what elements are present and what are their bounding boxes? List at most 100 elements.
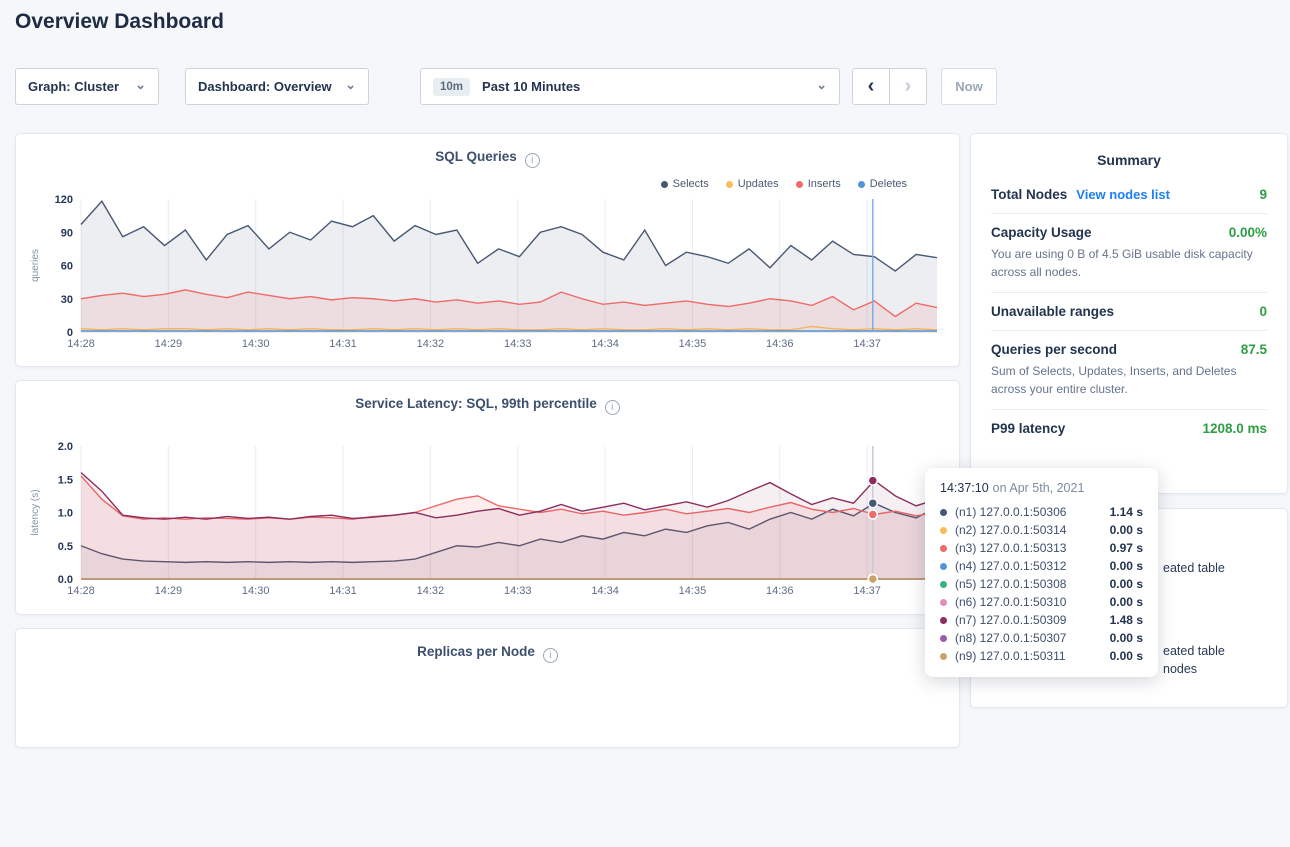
replicas-per-node-title: Replicas per Node <box>417 644 535 659</box>
total-nodes-label: Total Nodes <box>991 187 1067 202</box>
svg-text:1.5: 1.5 <box>58 474 73 486</box>
svg-text:14:33: 14:33 <box>504 338 532 350</box>
time-range-badge: 10m <box>433 78 470 96</box>
node-value: 0.97 s <box>1110 541 1143 555</box>
p99-latency-label: P99 latency <box>991 421 1065 436</box>
svg-text:90: 90 <box>61 227 73 239</box>
legend-item-selects[interactable]: Selects <box>661 178 709 190</box>
svg-text:2.0: 2.0 <box>58 441 73 453</box>
chevron-down-icon: ⌄ <box>816 78 827 91</box>
dashboard-dropdown[interactable]: Dashboard: Overview ⌄ <box>185 68 369 105</box>
info-icon[interactable]: i <box>605 400 620 415</box>
total-nodes-value: 9 <box>1259 187 1267 202</box>
time-next-button[interactable]: › <box>889 68 927 105</box>
chevron-left-icon: ‹ <box>868 75 875 98</box>
qps-subtext: Sum of Selects, Updates, Inserts, and De… <box>991 362 1267 398</box>
qps-label: Queries per second <box>991 342 1117 357</box>
summary-panel: Summary Total Nodes View nodes list 9 Ca… <box>970 133 1288 494</box>
series-dot <box>661 181 668 188</box>
svg-text:14:33: 14:33 <box>504 585 532 597</box>
summary-title: Summary <box>991 152 1267 168</box>
tooltip-row: (n3) 127.0.0.1:50313 0.97 s <box>940 539 1143 557</box>
event-text-fragment: eated table <box>1163 644 1225 658</box>
svg-text:14:37: 14:37 <box>853 585 881 597</box>
service-latency-card: Service Latency: SQL, 99th percentile i 1… <box>15 380 960 615</box>
node-value: 0.00 s <box>1110 523 1143 537</box>
summary-total-nodes-row: Total Nodes View nodes list 9 <box>991 176 1267 214</box>
node-value: 0.00 s <box>1110 559 1143 573</box>
node-label: (n1) 127.0.0.1:50306 <box>955 505 1110 519</box>
svg-text:14:36: 14:36 <box>766 585 794 597</box>
legend-label: Deletes <box>870 178 907 190</box>
legend-item-deletes[interactable]: Deletes <box>858 178 907 190</box>
unavailable-ranges-value: 0 <box>1259 304 1267 319</box>
time-prev-button[interactable]: ‹ <box>852 68 890 105</box>
series-dot <box>940 635 947 642</box>
unavailable-ranges-label: Unavailable ranges <box>991 304 1114 319</box>
chart-hover-tooltip: 14:37:10 on Apr 5th, 2021 (n1) 127.0.0.1:… <box>925 468 1158 677</box>
series-dot <box>940 563 947 570</box>
replicas-per-node-card: Replicas per Node i <box>15 628 960 748</box>
dashboard-dropdown-label: Dashboard: Overview <box>198 79 332 94</box>
legend-item-inserts[interactable]: Inserts <box>796 178 841 190</box>
svg-text:14:30: 14:30 <box>242 338 270 350</box>
node-value: 0.00 s <box>1110 595 1143 609</box>
svg-text:14:29: 14:29 <box>155 338 183 350</box>
svg-text:14:32: 14:32 <box>417 338 445 350</box>
replicas-per-node-chart[interactable] <box>26 689 949 847</box>
svg-text:1.0: 1.0 <box>58 508 73 520</box>
time-range-label: Past 10 Minutes <box>482 79 580 94</box>
summary-p99-row: P99 latency 1208.0 ms <box>991 410 1267 447</box>
svg-text:14:30: 14:30 <box>242 585 270 597</box>
node-value: 0.00 s <box>1110 631 1143 645</box>
chart-title: SQL Queriesi <box>16 149 959 168</box>
capacity-usage-subtext: You are using 0 B of 4.5 GiB usable disk… <box>991 245 1267 281</box>
tooltip-row: (n8) 127.0.0.1:50307 0.00 s <box>940 629 1143 647</box>
service-latency-chart[interactable]: 14:2814:2914:3014:3114:3214:3314:3414:35… <box>26 441 949 599</box>
event-text-fragment: eated table <box>1163 561 1225 575</box>
series-dot <box>940 527 947 534</box>
tooltip-row: (n5) 127.0.0.1:50308 0.00 s <box>940 575 1143 593</box>
graph-dropdown[interactable]: Graph: Cluster ⌄ <box>15 68 159 105</box>
svg-text:14:35: 14:35 <box>679 338 707 350</box>
svg-text:14:32: 14:32 <box>417 585 445 597</box>
page-title: Overview Dashboard <box>15 10 224 34</box>
series-dot <box>940 599 947 606</box>
now-button-label: Now <box>955 79 982 94</box>
chevron-down-icon: ⌄ <box>345 78 356 91</box>
tooltip-date: on Apr 5th, 2021 <box>993 481 1085 495</box>
node-label: (n7) 127.0.0.1:50309 <box>955 613 1110 627</box>
tooltip-row: (n6) 127.0.0.1:50310 0.00 s <box>940 593 1143 611</box>
chart-title: Replicas per Node i <box>16 644 959 663</box>
sql-queries-chart[interactable]: 14:2814:2914:3014:3114:3214:3314:3414:35… <box>26 194 949 352</box>
legend-label: Inserts <box>808 178 841 190</box>
node-label: (n8) 127.0.0.1:50307 <box>955 631 1110 645</box>
capacity-usage-value: 0.00% <box>1229 225 1267 240</box>
view-nodes-list-link[interactable]: View nodes list <box>1076 187 1170 202</box>
series-dot <box>796 181 803 188</box>
info-icon[interactable]: i <box>543 648 558 663</box>
svg-text:14:34: 14:34 <box>591 585 619 597</box>
node-value: 1.48 s <box>1110 613 1143 627</box>
summary-unavailable-row: Unavailable ranges 0 <box>991 293 1267 331</box>
svg-text:14:31: 14:31 <box>329 585 357 597</box>
info-icon[interactable]: i <box>525 153 540 168</box>
time-range-selector[interactable]: 10m Past 10 Minutes ⌄ <box>420 68 840 105</box>
node-value: 1.14 s <box>1110 505 1143 519</box>
svg-text:latency (s): latency (s) <box>30 489 41 535</box>
svg-text:30: 30 <box>61 294 73 306</box>
now-button[interactable]: Now <box>941 68 997 105</box>
tooltip-row: (n9) 127.0.0.1:50311 0.00 s <box>940 647 1143 665</box>
tooltip-row: (n1) 127.0.0.1:50306 1.14 s <box>940 503 1143 521</box>
series-dot <box>940 509 947 516</box>
tooltip-time: 14:37:10 <box>940 481 989 495</box>
node-label: (n6) 127.0.0.1:50310 <box>955 595 1110 609</box>
svg-text:14:35: 14:35 <box>679 585 707 597</box>
tooltip-timestamp: 14:37:10 on Apr 5th, 2021 <box>940 481 1143 495</box>
series-dot <box>940 581 947 588</box>
legend-item-updates[interactable]: Updates <box>726 178 779 190</box>
service-latency-title: Service Latency: SQL, 99th percentile <box>355 396 597 411</box>
series-dot <box>858 181 865 188</box>
svg-text:0.0: 0.0 <box>58 574 73 586</box>
tooltip-row: (n7) 127.0.0.1:50309 1.48 s <box>940 611 1143 629</box>
